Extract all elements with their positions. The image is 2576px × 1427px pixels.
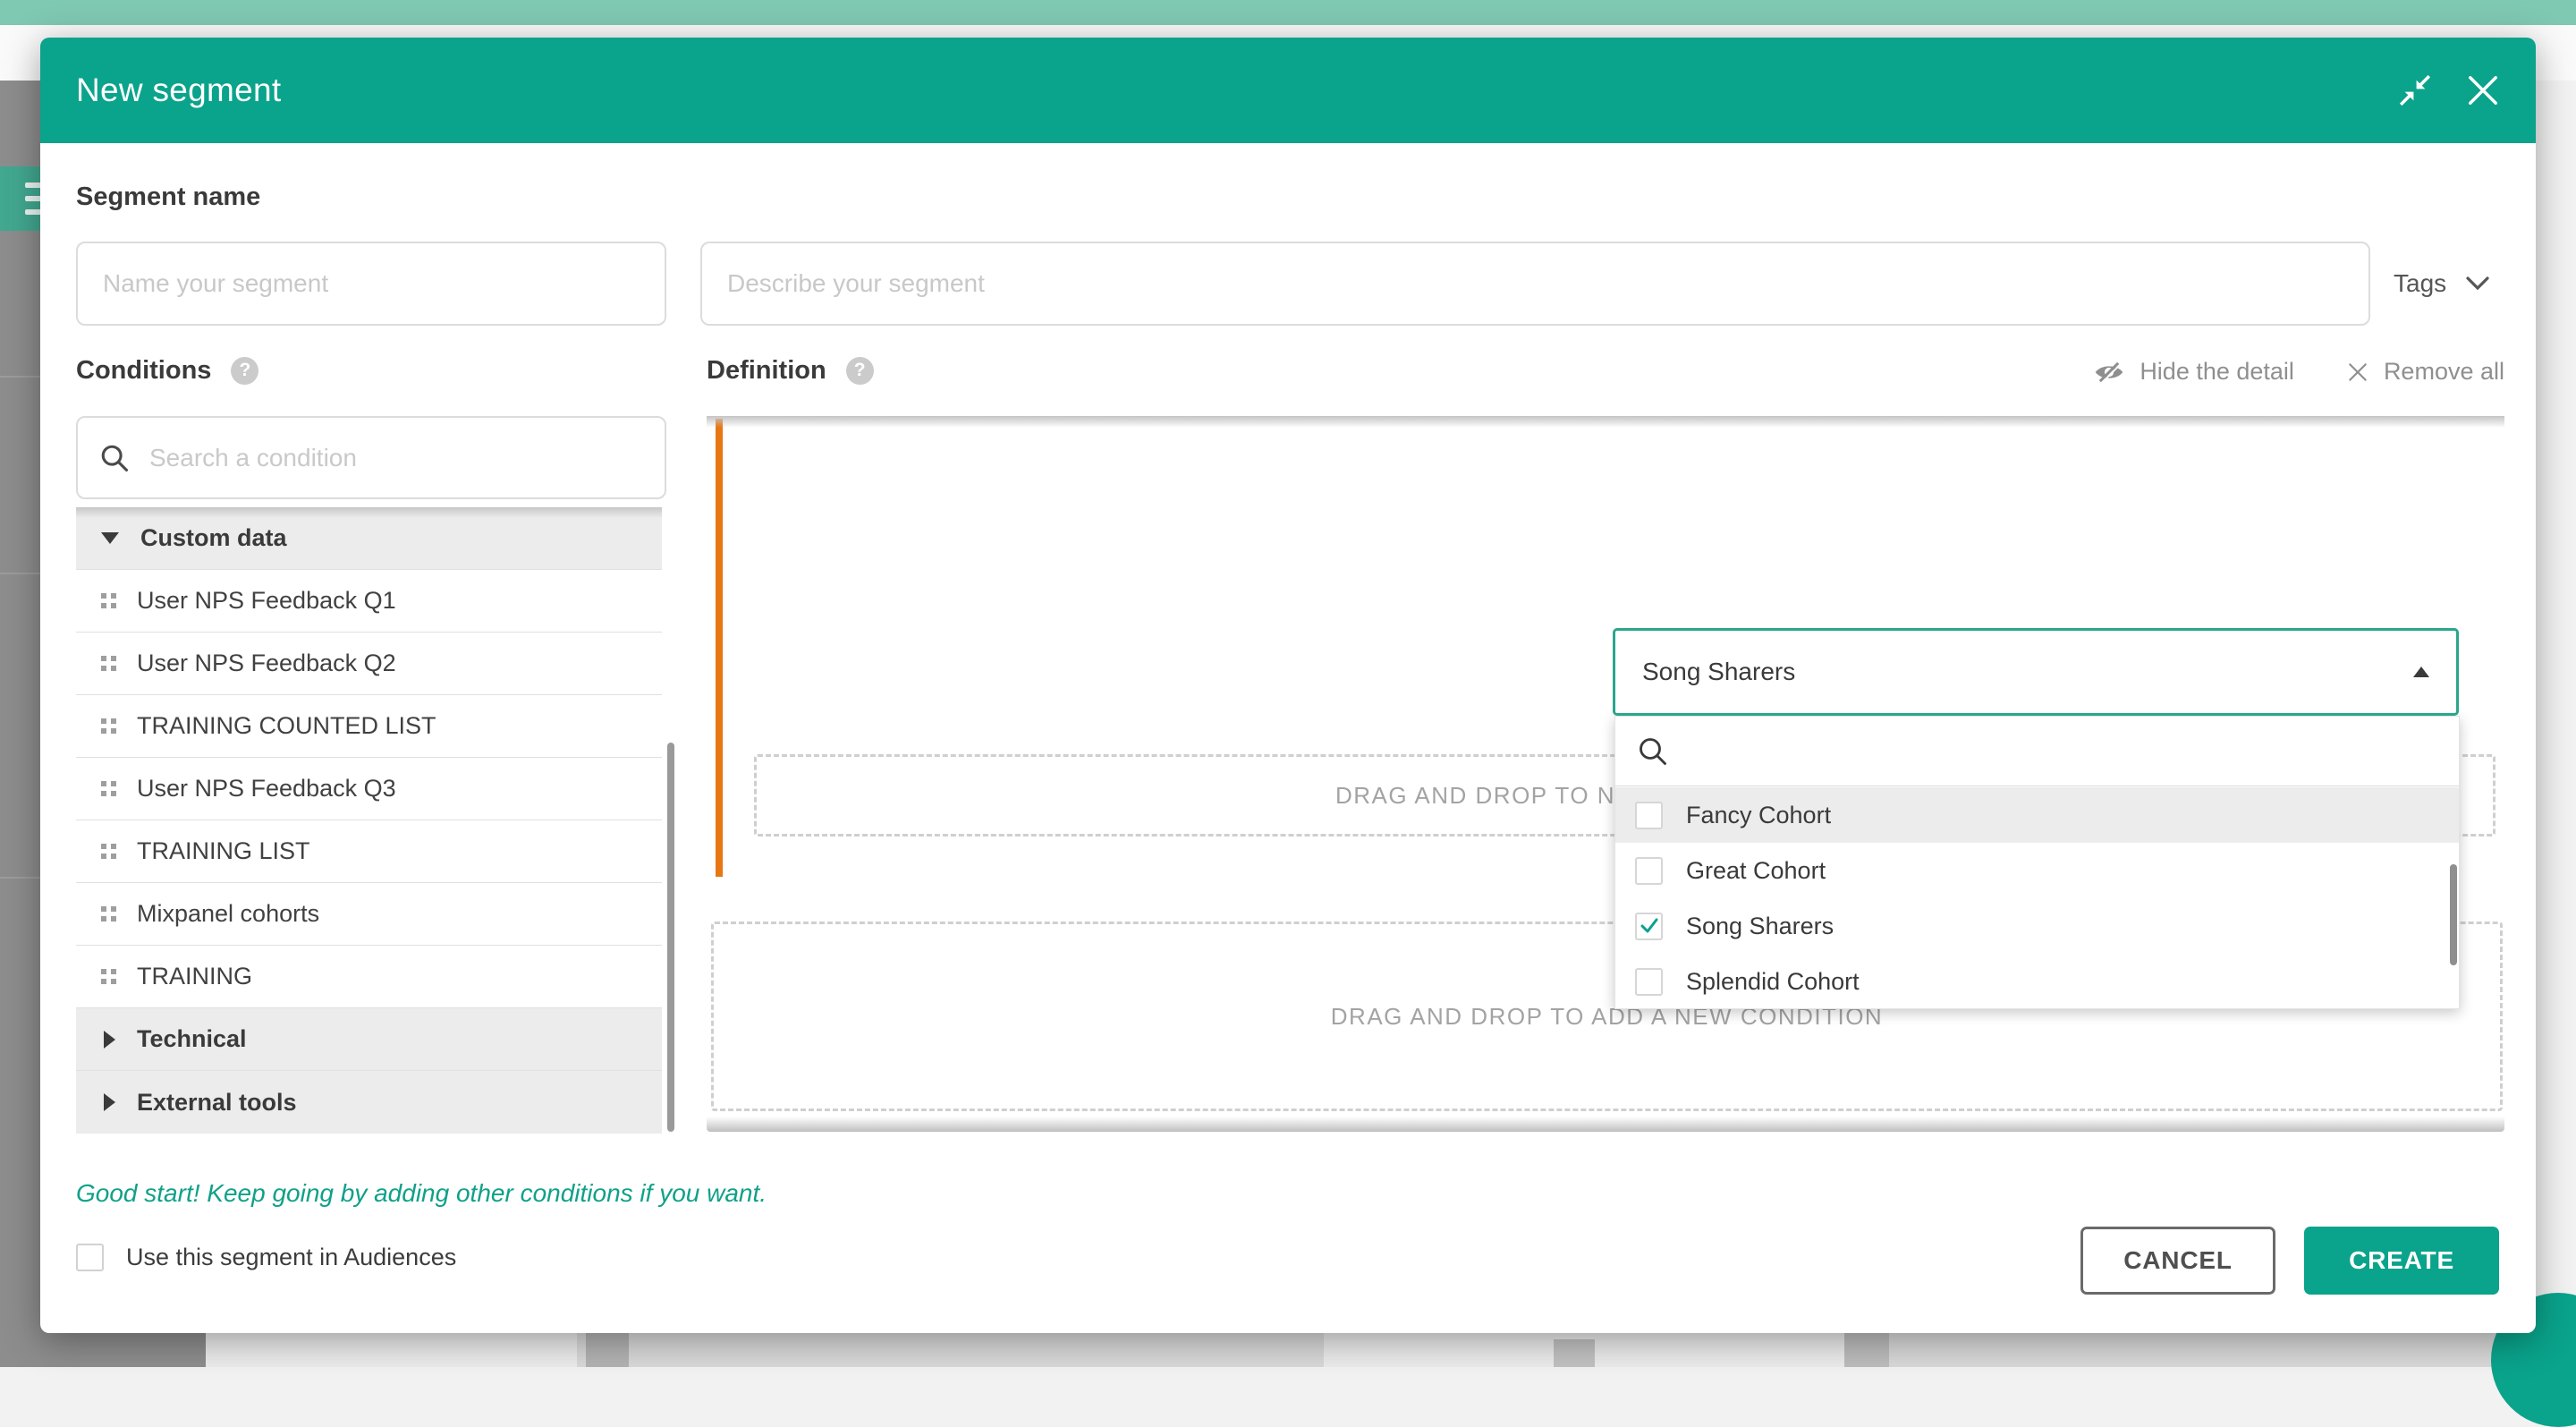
segment-description-input[interactable] — [727, 269, 2368, 298]
search-icon — [99, 443, 130, 473]
condition-search-wrap — [76, 416, 666, 499]
definition-scroll-shadow-bottom — [707, 1117, 2504, 1132]
triangle-collapsed-icon — [104, 1031, 115, 1049]
condition-item[interactable]: User NPS Feedback Q2 — [76, 633, 662, 695]
drop-zone-narrow-hint: DRAG AND DROP TO NAR — [1335, 754, 1650, 837]
cancel-button[interactable]: CANCEL — [2080, 1227, 2275, 1295]
option-great-cohort[interactable]: Great Cohort — [1615, 843, 2459, 898]
condition-search-input[interactable] — [149, 444, 665, 472]
help-icon[interactable]: ? — [231, 357, 258, 385]
drag-handle-icon[interactable] — [101, 781, 116, 796]
definition-actions: Hide the detail Remove all — [2093, 358, 2504, 386]
conditions-scrollbar[interactable] — [667, 743, 674, 1132]
conditions-section-header: Conditions ? — [76, 353, 258, 388]
help-icon[interactable]: ? — [846, 357, 874, 385]
create-button[interactable]: CREATE — [2304, 1227, 2499, 1295]
drag-handle-icon[interactable] — [101, 906, 116, 922]
collapse-icon[interactable] — [2398, 73, 2432, 107]
definition-section-header: Definition ? — [707, 353, 874, 388]
triangle-collapsed-icon — [104, 1093, 115, 1111]
checkbox-unchecked[interactable] — [1635, 968, 1663, 996]
tags-dropdown[interactable]: Tags — [2394, 242, 2491, 326]
close-icon[interactable] — [2466, 73, 2500, 107]
chevron-down-icon — [2464, 275, 2491, 293]
segment-description-field-wrap — [700, 242, 2370, 326]
hide-detail-button[interactable]: Hide the detail — [2093, 358, 2294, 386]
checkbox-checked-icon[interactable] — [1635, 913, 1663, 940]
segment-name-input[interactable] — [103, 269, 665, 298]
audiences-label: Use this segment in Audiences — [126, 1244, 456, 1271]
condition-item[interactable]: User NPS Feedback Q1 — [76, 570, 662, 633]
condition-item[interactable]: Mixpanel cohorts — [76, 883, 662, 946]
dialog-title: New segment — [76, 38, 282, 143]
triangle-expanded-icon — [101, 532, 119, 544]
drag-handle-icon[interactable] — [101, 969, 116, 984]
checkbox-unchecked[interactable] — [1635, 857, 1663, 885]
audiences-checkbox-row[interactable]: Use this segment in Audiences — [76, 1244, 456, 1271]
audiences-checkbox[interactable] — [76, 1244, 104, 1271]
value-dropdown-search[interactable] — [1615, 717, 2459, 786]
drag-handle-icon[interactable] — [101, 593, 116, 608]
value-options: Fancy Cohort Great Cohort Song Sharers S… — [1615, 787, 2459, 1009]
background-block — [586, 1333, 629, 1367]
conditions-list: Custom data User NPS Feedback Q1 User NP… — [76, 507, 662, 1134]
dialog-header — [40, 38, 2536, 143]
background-block — [1554, 1339, 1595, 1367]
option-splendid-cohort[interactable]: Splendid Cohort — [1615, 954, 2459, 1009]
eye-slash-icon — [2093, 360, 2125, 385]
conditions-title: Conditions — [76, 356, 211, 386]
search-icon — [1637, 735, 1669, 768]
checkbox-unchecked[interactable] — [1635, 802, 1663, 829]
value-select[interactable]: Song Sharers — [1613, 628, 2459, 716]
condition-item[interactable]: User NPS Feedback Q3 — [76, 758, 662, 820]
condition-item[interactable]: TRAINING — [76, 946, 662, 1008]
drag-handle-icon[interactable] — [101, 844, 116, 859]
definition-title: Definition — [707, 356, 826, 386]
remove-all-button[interactable]: Remove all — [2346, 358, 2504, 386]
tags-label: Tags — [2394, 269, 2446, 298]
encouragement-message: Good start! Keep going by adding other c… — [76, 1179, 767, 1208]
option-fancy-cohort[interactable]: Fancy Cohort — [1615, 787, 2459, 843]
condition-group-external-tools[interactable]: External tools — [76, 1071, 662, 1134]
segment-name-label: Segment name — [76, 183, 260, 212]
value-dropdown-panel: Fancy Cohort Great Cohort Song Sharers S… — [1614, 716, 2460, 1009]
drag-handle-icon[interactable] — [101, 718, 116, 734]
option-song-sharers[interactable]: Song Sharers — [1615, 898, 2459, 954]
definition-scroll-shadow-top — [707, 416, 2504, 428]
condition-group-technical[interactable]: Technical — [76, 1008, 662, 1071]
new-segment-dialog: New segment Segment name Tags — [40, 38, 2536, 1333]
x-icon — [2346, 361, 2369, 384]
condition-group-custom-data[interactable]: Custom data — [76, 507, 662, 570]
triangle-up-icon — [2413, 667, 2429, 677]
background-block — [1844, 1333, 1889, 1367]
condition-item[interactable]: TRAINING LIST — [76, 820, 662, 883]
drag-handle-icon[interactable] — [101, 656, 116, 671]
app-topbar — [0, 0, 2576, 25]
segment-name-field-wrap — [76, 242, 666, 326]
dropdown-scrollbar[interactable] — [2450, 864, 2457, 965]
condition-item[interactable]: TRAINING COUNTED LIST — [76, 695, 662, 758]
background-panel — [206, 1333, 577, 1367]
